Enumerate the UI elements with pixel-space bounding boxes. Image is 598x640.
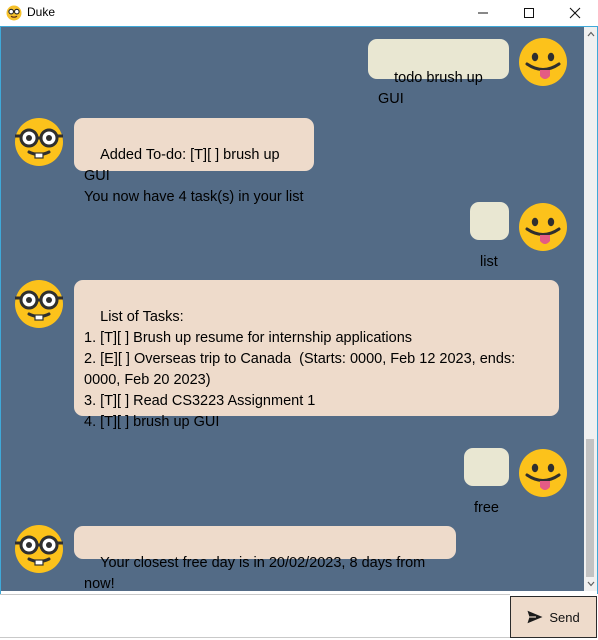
- minimize-icon: [478, 12, 488, 14]
- maximize-button[interactable]: [506, 0, 552, 26]
- message-text: list: [480, 254, 498, 270]
- chat-area[interactable]: todo brush up GUI Added To-do: [T][ ] br…: [1, 27, 584, 591]
- user-message: todo brush up GUI: [368, 39, 509, 107]
- message-input[interactable]: [0, 595, 510, 637]
- tongue-emoji-icon: [519, 449, 567, 497]
- send-icon: [527, 610, 543, 624]
- message-text: todo brush up GUI: [378, 70, 487, 107]
- duke-message: Added To-do: [T][ ] brush up GUI You now…: [74, 118, 314, 205]
- duke-message: List of Tasks: 1. [T][ ] Brush up resume…: [74, 280, 559, 430]
- chat-scrollbar[interactable]: [584, 27, 597, 591]
- send-button[interactable]: Send: [510, 596, 597, 638]
- scroll-down-button[interactable]: [584, 577, 597, 591]
- message-text: List of Tasks: 1. [T][ ] Brush up resume…: [84, 309, 516, 430]
- message-input-container: [0, 594, 510, 638]
- maximize-icon: [524, 8, 534, 18]
- nerd-emoji-icon: [15, 118, 63, 166]
- app-icon: [6, 5, 22, 21]
- message-text: free: [474, 500, 499, 516]
- send-label: Send: [549, 609, 580, 625]
- tongue-emoji-icon: [519, 203, 567, 251]
- user-message: list: [470, 202, 509, 270]
- window-title: Duke: [27, 5, 56, 19]
- message-text: Added To-do: [T][ ] brush up GUI You now…: [84, 147, 304, 205]
- user-message: free: [464, 448, 509, 516]
- nerd-emoji-icon: [15, 280, 63, 328]
- scroll-up-button[interactable]: [584, 27, 597, 41]
- message-text: Your closest free day is in 20/02/2023, …: [84, 555, 430, 591]
- chevron-up-icon: [587, 31, 594, 37]
- title-bar: Duke: [0, 0, 598, 26]
- scroll-thumb[interactable]: [586, 439, 594, 577]
- minimize-button[interactable]: [460, 0, 506, 26]
- chevron-down-icon: [587, 581, 594, 587]
- nerd-emoji-icon: [15, 525, 63, 573]
- close-button[interactable]: [552, 0, 598, 26]
- duke-message: Your closest free day is in 20/02/2023, …: [74, 526, 456, 591]
- tongue-emoji-icon: [519, 38, 567, 86]
- close-icon: [569, 7, 581, 19]
